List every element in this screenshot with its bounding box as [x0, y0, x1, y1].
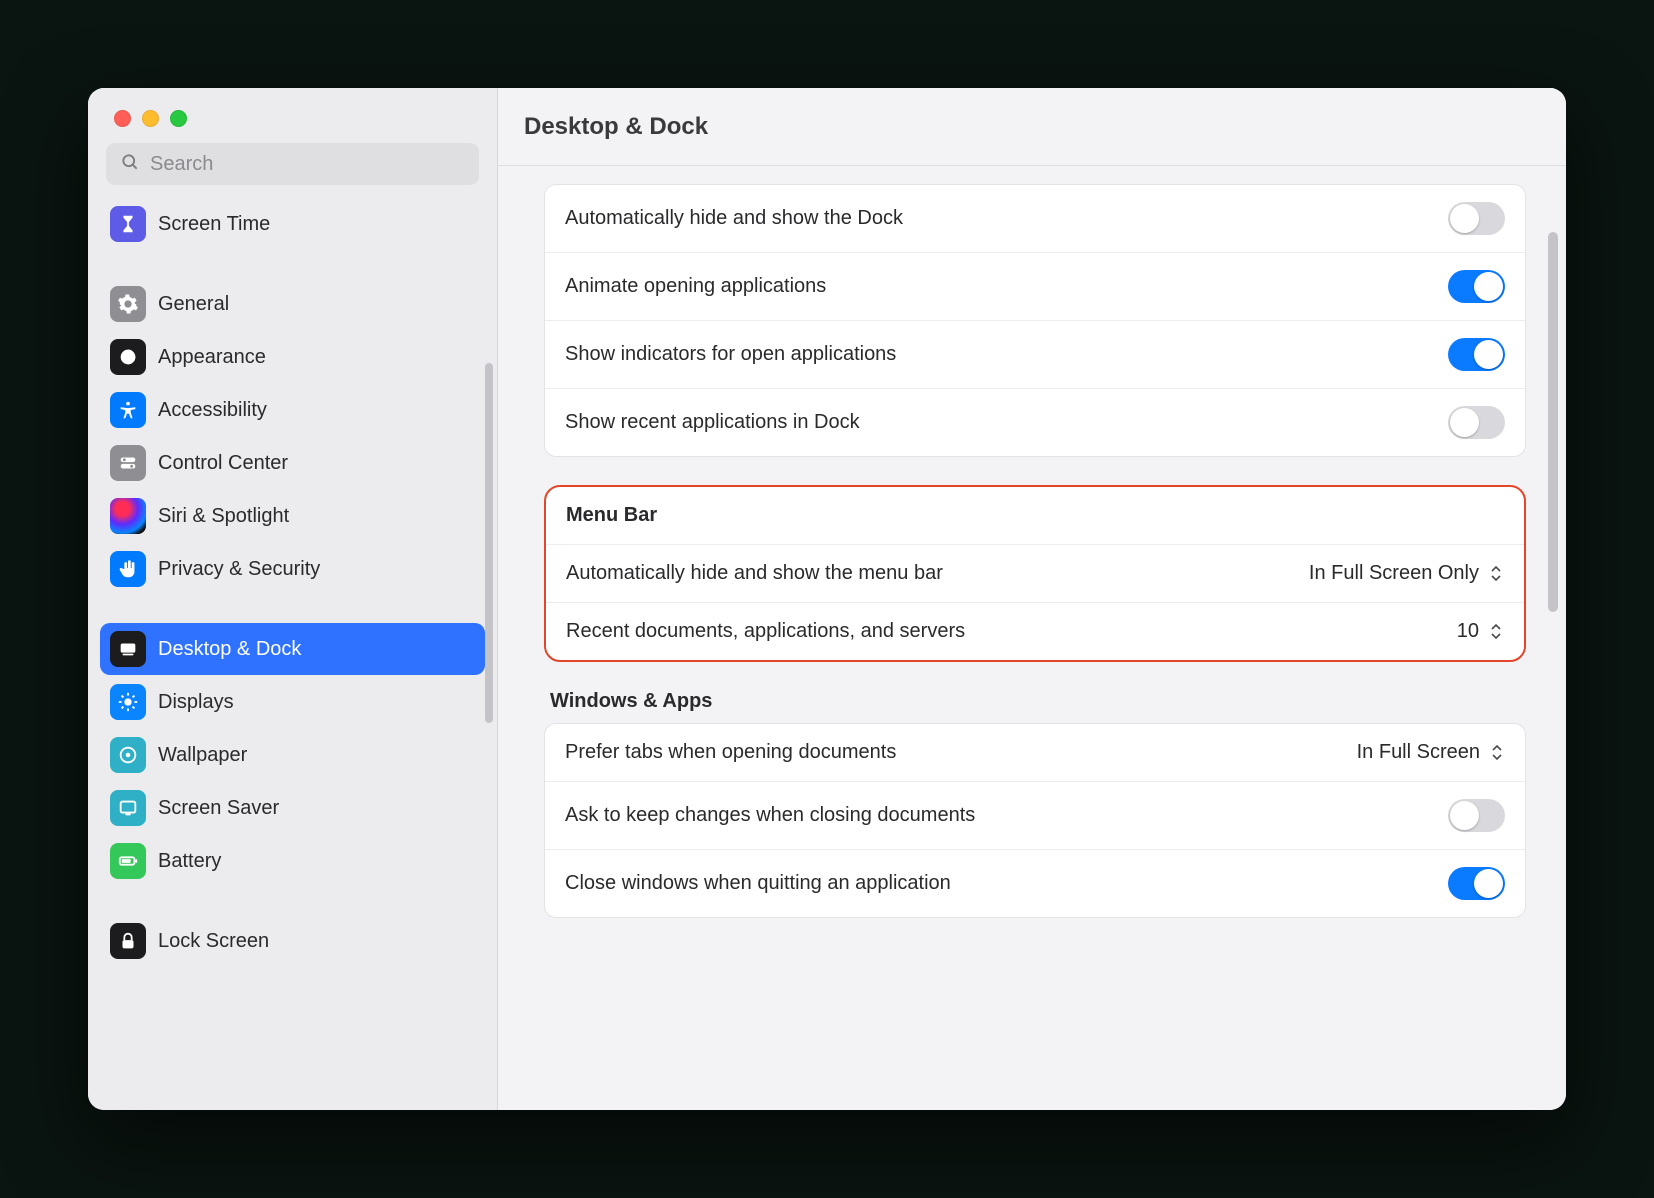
row-ask-keep-changes: Ask to keep changes when closing documen…: [545, 781, 1525, 849]
lock-icon: [110, 923, 146, 959]
sidebar-item-label: Battery: [158, 850, 221, 873]
row-label: Recent documents, applications, and serv…: [566, 620, 1441, 643]
sidebar-item-label: Wallpaper: [158, 744, 247, 767]
siri-icon: [110, 498, 146, 534]
sidebar-item-label: Screen Time: [158, 213, 270, 236]
control-center-icon: [110, 445, 146, 481]
sidebar-item-accessibility[interactable]: Accessibility: [100, 384, 485, 436]
window-controls: [88, 88, 497, 127]
sidebar-item-label: Desktop & Dock: [158, 638, 301, 661]
sidebar-item-displays[interactable]: Displays: [100, 676, 485, 728]
sidebar-item-label: Privacy & Security: [158, 558, 320, 581]
sidebar-item-desktop-dock[interactable]: Desktop & Dock: [100, 623, 485, 675]
accessibility-icon: [110, 392, 146, 428]
sidebar-item-privacy-security[interactable]: Privacy & Security: [100, 543, 485, 595]
sidebar-item-screen-saver[interactable]: Screen Saver: [100, 782, 485, 834]
search-input[interactable]: [150, 153, 465, 176]
search-icon: [120, 152, 140, 177]
toggle-auto-hide-dock[interactable]: [1448, 202, 1505, 235]
sidebar-item-screen-time[interactable]: Screen Time: [100, 198, 485, 250]
zoom-window-button[interactable]: [170, 110, 187, 127]
toggle-show-recent-apps[interactable]: [1448, 406, 1505, 439]
hourglass-icon: [110, 206, 146, 242]
battery-icon: [110, 843, 146, 879]
sidebar-item-label: Appearance: [158, 346, 266, 369]
content-scrollbar[interactable]: [1548, 232, 1558, 612]
row-auto-hide-dock: Automatically hide and show the Dock: [545, 185, 1525, 252]
gear-icon: [110, 286, 146, 322]
sidebar-item-label: Lock Screen: [158, 930, 269, 953]
row-label: Show indicators for open applications: [565, 343, 1432, 366]
row-label: Automatically hide and show the menu bar: [566, 562, 1293, 585]
row-label: Ask to keep changes when closing documen…: [565, 804, 1432, 827]
sidebar-item-control-center[interactable]: Control Center: [100, 437, 485, 489]
toggle-close-windows-quit[interactable]: [1448, 867, 1505, 900]
row-recent-documents: Recent documents, applications, and serv…: [546, 602, 1524, 660]
row-show-recent-apps: Show recent applications in Dock: [545, 388, 1525, 456]
appearance-icon: [110, 339, 146, 375]
sidebar-item-general[interactable]: General: [100, 278, 485, 330]
screen-saver-icon: [110, 790, 146, 826]
sidebar-item-label: Siri & Spotlight: [158, 505, 289, 528]
sidebar-item-label: Accessibility: [158, 399, 267, 422]
popup-value: In Full Screen Only: [1309, 562, 1479, 585]
row-label: Close windows when quitting an applicati…: [565, 872, 1432, 895]
sidebar-item-lock-screen[interactable]: Lock Screen: [100, 915, 485, 967]
sidebar-item-battery[interactable]: Battery: [100, 835, 485, 887]
row-show-indicators: Show indicators for open applications: [545, 320, 1525, 388]
section-title-menu-bar: Menu Bar: [566, 504, 657, 527]
sidebar-item-label: General: [158, 293, 229, 316]
popup-value: 10: [1457, 620, 1479, 643]
content-header: Desktop & Dock: [498, 88, 1566, 166]
menu-bar-panel: Menu Bar Automatically hide and show the…: [544, 485, 1526, 662]
stepper-icon: [1487, 622, 1504, 642]
system-settings-window: Screen Time General Appearance: [88, 88, 1566, 1110]
content-pane: Desktop & Dock Automatically hide and sh…: [498, 88, 1566, 1110]
row-label: Prefer tabs when opening documents: [565, 741, 1341, 764]
minimize-window-button[interactable]: [142, 110, 159, 127]
popup-value: In Full Screen: [1357, 741, 1480, 764]
toggle-animate-opening[interactable]: [1448, 270, 1505, 303]
popup-prefer-tabs[interactable]: In Full Screen: [1357, 741, 1505, 764]
section-title-windows-apps: Windows & Apps: [544, 690, 1526, 723]
wallpaper-icon: [110, 737, 146, 773]
sidebar-item-appearance[interactable]: Appearance: [100, 331, 485, 383]
row-animate-opening: Animate opening applications: [545, 252, 1525, 320]
toggle-ask-keep-changes[interactable]: [1448, 799, 1505, 832]
row-prefer-tabs: Prefer tabs when opening documents In Fu…: [545, 724, 1525, 781]
displays-icon: [110, 684, 146, 720]
row-label: Animate opening applications: [565, 275, 1432, 298]
windows-apps-panel: Prefer tabs when opening documents In Fu…: [544, 723, 1526, 918]
sidebar-item-label: Screen Saver: [158, 797, 279, 820]
toggle-show-indicators[interactable]: [1448, 338, 1505, 371]
page-title: Desktop & Dock: [524, 113, 708, 141]
sidebar-item-wallpaper[interactable]: Wallpaper: [100, 729, 485, 781]
popup-auto-hide-menubar[interactable]: In Full Screen Only: [1309, 562, 1504, 585]
close-window-button[interactable]: [114, 110, 131, 127]
sidebar-scrollbar[interactable]: [485, 363, 493, 723]
sidebar-item-label: Displays: [158, 691, 234, 714]
row-label: Show recent applications in Dock: [565, 411, 1432, 434]
dock-icon: [110, 631, 146, 667]
stepper-icon: [1488, 743, 1505, 763]
row-auto-hide-menubar: Automatically hide and show the menu bar…: [546, 544, 1524, 602]
sidebar-item-siri-spotlight[interactable]: Siri & Spotlight: [100, 490, 485, 542]
sidebar: Screen Time General Appearance: [88, 88, 498, 1110]
hand-icon: [110, 551, 146, 587]
row-label: Automatically hide and show the Dock: [565, 207, 1432, 230]
stepper-icon: [1487, 564, 1504, 584]
search-field[interactable]: [106, 143, 479, 185]
sidebar-item-label: Control Center: [158, 452, 288, 475]
dock-panel: Automatically hide and show the Dock Ani…: [544, 184, 1526, 457]
row-close-windows-quit: Close windows when quitting an applicati…: [545, 849, 1525, 917]
popup-recent-documents[interactable]: 10: [1457, 620, 1504, 643]
